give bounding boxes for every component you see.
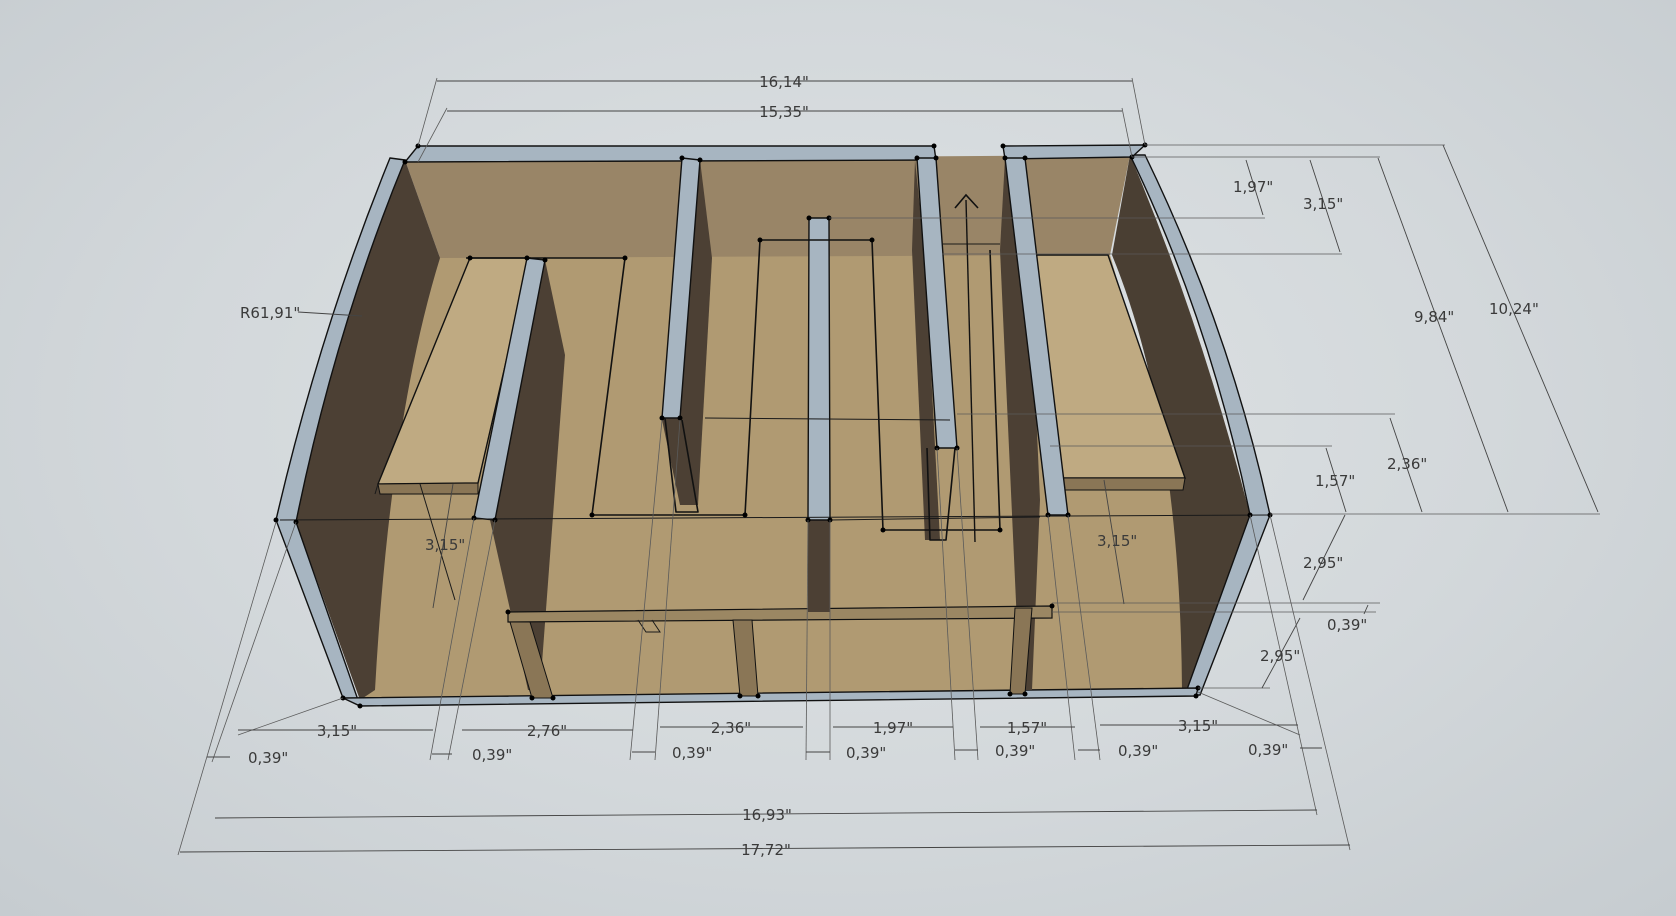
back-rim-left [403, 145, 937, 163]
model-viewport[interactable]: 16,14" 15,35" R61,91" 1,97" 3,15" 9,84" … [0, 0, 1676, 916]
dim-wall-6: 0,39" [1118, 742, 1158, 760]
dim-bottom-seg-1: 3,15" [317, 722, 357, 740]
dim-wall-5: 0,39" [995, 742, 1035, 760]
dim-wall-4: 0,39" [846, 744, 886, 762]
dim-right-depth-inner: 9,84" [1414, 308, 1454, 326]
dim-bottom-seg-4: 1,97" [873, 719, 913, 737]
dim-right-4: 1,57" [1315, 472, 1355, 490]
partition-2-top [807, 217, 831, 521]
dim-top-outer: 16,14" [759, 73, 809, 91]
left-shelf-edge [377, 482, 479, 495]
dim-right-7: 2,95" [1260, 647, 1300, 665]
enclosure-drawing: 16,14" 15,35" R61,91" 1,97" 3,15" 9,84" … [177, 73, 1600, 859]
dim-wall-3: 0,39" [672, 744, 712, 762]
dim-bottom-seg-6: 3,15" [1178, 717, 1218, 735]
dim-wall-7: 0,39" [1248, 741, 1288, 759]
dim-bottom-seg-3: 2,36" [711, 719, 751, 737]
dim-bottom-inner: 16,93" [742, 806, 792, 824]
dim-right-3: 2,36" [1387, 455, 1427, 473]
dim-bottom-outer: 17,72" [741, 841, 791, 859]
dim-right-5: 2,95" [1303, 554, 1343, 572]
dim-right-depth-outer: 10,24" [1489, 300, 1539, 318]
dim-bottom-seg-2: 2,76" [527, 722, 567, 740]
dim-right-6: 0,39" [1327, 616, 1367, 634]
dim-bottom-seg-5: 1,57" [1007, 719, 1047, 737]
dim-inner-right: 3,15" [1097, 532, 1137, 550]
dim-radius: R61,91" [240, 304, 300, 322]
dim-inner-left: 3,15" [425, 536, 465, 554]
dim-wall-1: 0,39" [248, 749, 288, 767]
partition-2-face [808, 520, 830, 612]
dim-right-1: 1,97" [1233, 178, 1273, 196]
dim-top-inner: 15,35" [759, 103, 809, 121]
right-shelf-edge [1062, 477, 1186, 491]
dim-right-2: 3,15" [1303, 195, 1343, 213]
dim-wall-2: 0,39" [472, 746, 512, 764]
